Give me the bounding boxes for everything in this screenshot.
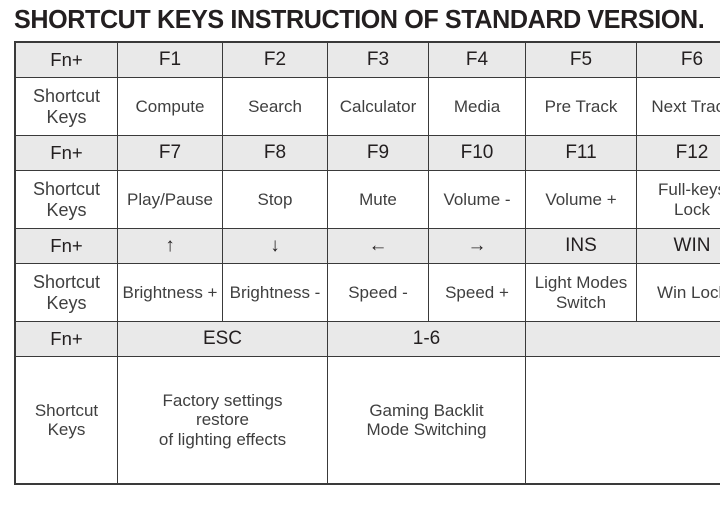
value-cell-f3: Calculator <box>327 77 429 136</box>
arrow-down-icon: ↓ <box>222 228 328 264</box>
fn-label: Fn+ <box>14 228 118 264</box>
shortcut-keys-label: Shortcut Keys <box>14 77 118 136</box>
key-cell-f4: F4 <box>428 41 526 78</box>
arrow-up-icon: ↑ <box>117 228 223 264</box>
fn-label: Fn+ <box>14 41 118 78</box>
value-cell-f9: Mute <box>327 170 429 229</box>
value-cell-win: Win Lock <box>636 263 720 322</box>
arrow-left-icon: ← <box>327 228 429 264</box>
key-cell-f7: F7 <box>117 135 223 171</box>
value-cell-f4: Media <box>428 77 526 136</box>
key-cell-f12: F12 <box>636 135 720 171</box>
value-cell-arrow-right: Speed + <box>428 263 526 322</box>
value-cell-f6: Next Track <box>636 77 720 136</box>
value-cell-f8: Stop <box>222 170 328 229</box>
value-cell-esc: Factory settings restore of lighting eff… <box>117 356 328 485</box>
page-title: SHORTCUT KEYS INSTRUCTION OF STANDARD VE… <box>14 6 705 34</box>
value-cell-arrow-left: Speed - <box>327 263 429 322</box>
value-cell-f10: Volume - <box>428 170 526 229</box>
value-cell-arrow-up: Brightness + <box>117 263 223 322</box>
key-cell-f6: F6 <box>636 41 720 78</box>
shortcut-keys-instruction-page: SHORTCUT KEYS INSTRUCTION OF STANDARD VE… <box>0 0 720 511</box>
table-row-shortcut-values-3: Shortcut Keys Brightness + Brightness - … <box>14 263 720 322</box>
key-cell-f11: F11 <box>525 135 637 171</box>
value-cell-arrow-down: Brightness - <box>222 263 328 322</box>
key-cell-empty <box>525 321 720 357</box>
fn-label: Fn+ <box>14 321 118 357</box>
value-cell-f12: Full-keys Lock <box>636 170 720 229</box>
key-cell-f1: F1 <box>117 41 223 78</box>
value-cell-ins: Light Modes Switch <box>525 263 637 322</box>
value-cell-f2: Search <box>222 77 328 136</box>
shortcut-keys-label: Shortcut Keys <box>14 356 118 485</box>
shortcut-keys-label: Shortcut Keys <box>14 263 118 322</box>
table-row-fn-keys-4: Fn+ ESC 1-6 <box>14 321 720 357</box>
key-cell-f10: F10 <box>428 135 526 171</box>
key-cell-f9: F9 <box>327 135 429 171</box>
key-cell-f3: F3 <box>327 41 429 78</box>
table-row-fn-keys-1: Fn+ F1 F2 F3 F4 F5 F6 <box>14 41 720 78</box>
key-cell-ins: INS <box>525 228 637 264</box>
shortcut-keys-table: Fn+ F1 F2 F3 F4 F5 F6 Shortcut Keys Comp… <box>14 41 720 485</box>
value-cell-1-6: Gaming Backlit Mode Switching <box>327 356 526 485</box>
value-cell-f11: Volume + <box>525 170 637 229</box>
value-cell-empty <box>525 356 720 485</box>
value-cell-f7: Play/Pause <box>117 170 223 229</box>
key-cell-f8: F8 <box>222 135 328 171</box>
table-row-shortcut-values-4: Shortcut Keys Factory settings restore o… <box>14 356 720 485</box>
table-row-shortcut-values-1: Shortcut Keys Compute Search Calculator … <box>14 77 720 136</box>
key-cell-1-6: 1-6 <box>327 321 526 357</box>
table-row-shortcut-values-2: Shortcut Keys Play/Pause Stop Mute Volum… <box>14 170 720 229</box>
value-cell-f5: Pre Track <box>525 77 637 136</box>
key-cell-esc: ESC <box>117 321 328 357</box>
shortcut-keys-label: Shortcut Keys <box>14 170 118 229</box>
table-row-fn-keys-2: Fn+ F7 F8 F9 F10 F11 F12 <box>14 135 720 171</box>
key-cell-f2: F2 <box>222 41 328 78</box>
value-cell-f1: Compute <box>117 77 223 136</box>
fn-label: Fn+ <box>14 135 118 171</box>
key-cell-win: WIN <box>636 228 720 264</box>
key-cell-f5: F5 <box>525 41 637 78</box>
shortcut-keys-table-wrapper: Fn+ F1 F2 F3 F4 F5 F6 Shortcut Keys Comp… <box>14 41 720 485</box>
arrow-right-icon: → <box>428 228 526 264</box>
table-row-fn-keys-3: Fn+ ↑ ↓ ← → INS WIN <box>14 228 720 264</box>
